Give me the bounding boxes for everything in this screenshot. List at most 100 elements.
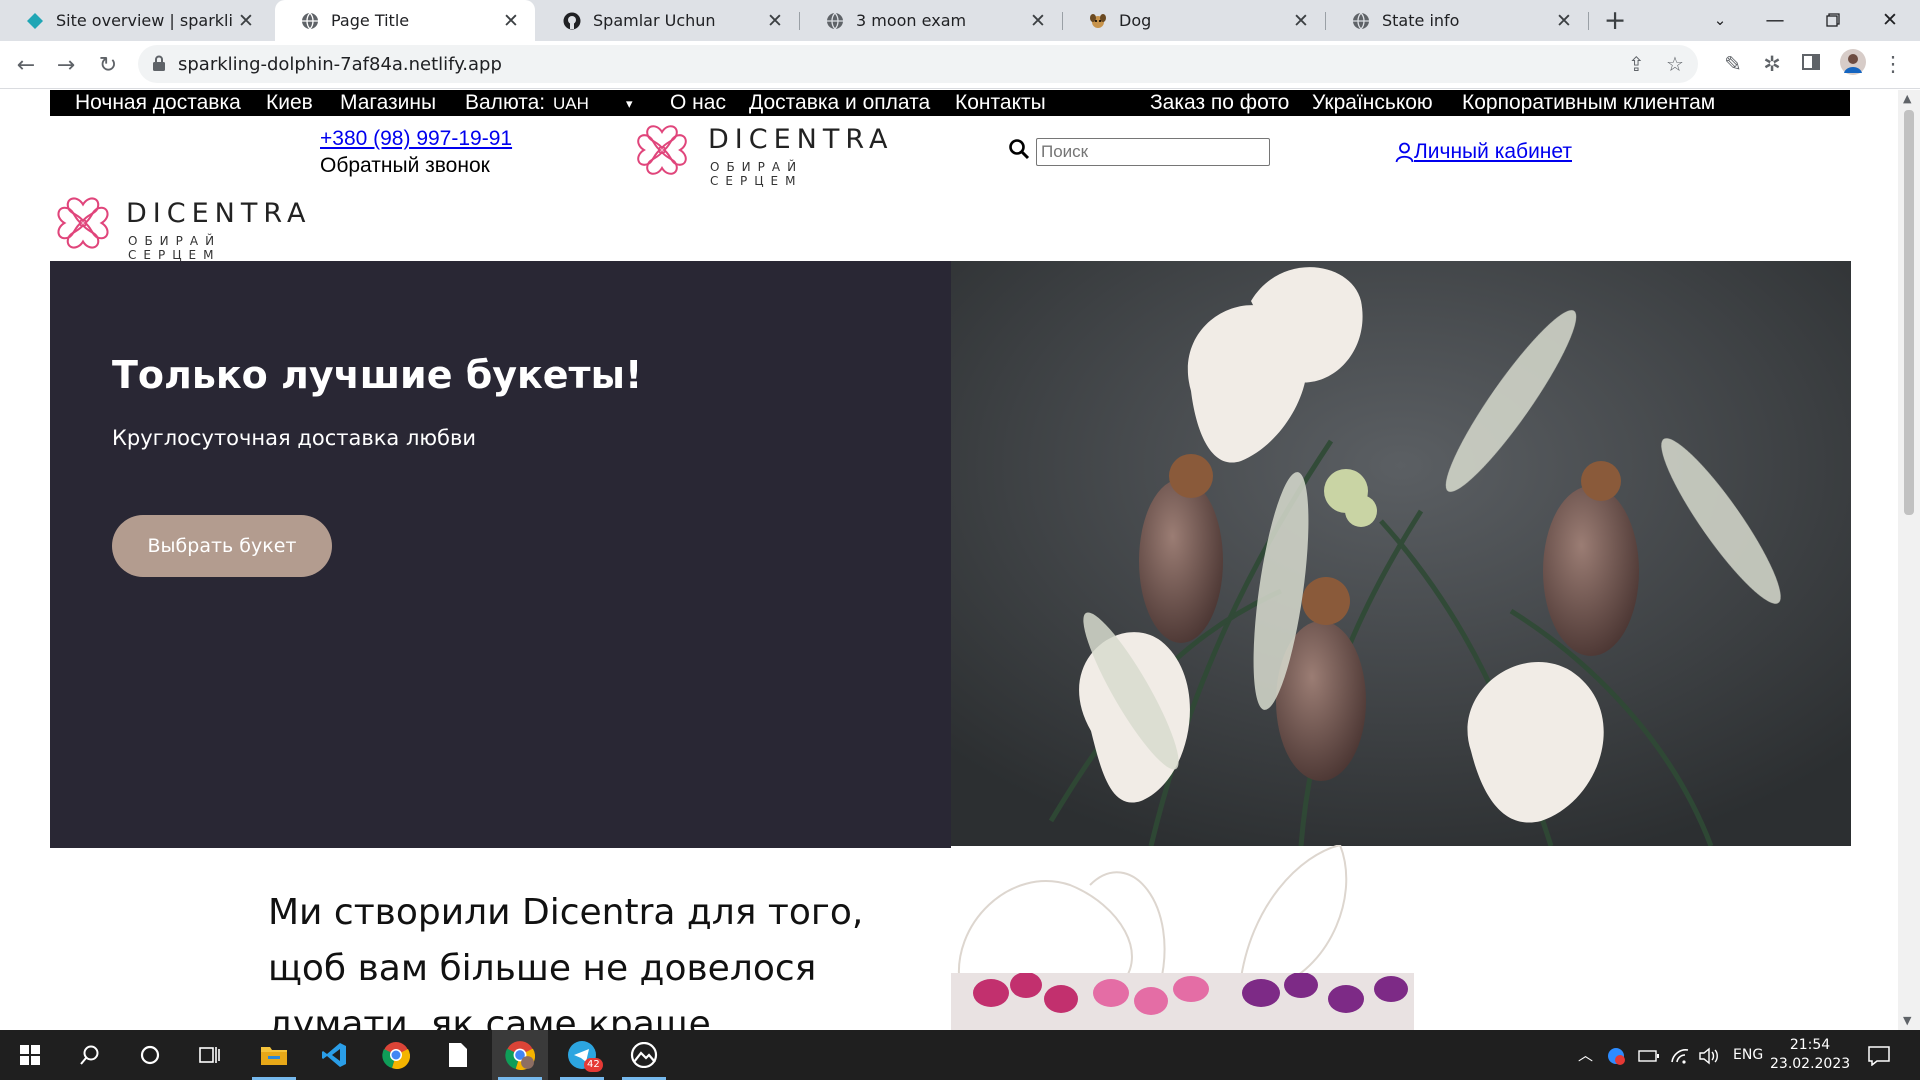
telegram-unread-badge: 42 [584, 1058, 603, 1072]
dicentra-logo-mark [57, 197, 109, 249]
photos-app-icon[interactable] [616, 1030, 672, 1080]
share-icon[interactable]: ⇪ [1628, 52, 1645, 76]
system-clock[interactable]: 21:54 23.02.2023 [1770, 1036, 1850, 1074]
tab-search-button[interactable]: ⌄ [1690, 0, 1750, 41]
chrome-menu-icon[interactable]: ⋮ [1878, 52, 1908, 76]
globe-icon [1351, 11, 1370, 30]
account-label: Личный кабинет [1414, 140, 1572, 163]
telegram-icon[interactable]: 42 [554, 1030, 610, 1080]
back-button[interactable]: ← [10, 51, 42, 83]
close-tab-icon[interactable]: ✕ [1552, 10, 1576, 32]
eyedropper-extension-icon[interactable]: ✎ [1718, 52, 1748, 76]
close-tab-icon[interactable]: ✕ [234, 10, 258, 32]
scroll-up-arrow[interactable]: ▲ [1903, 92, 1911, 105]
nav-photo-order[interactable]: Заказ по фото [1150, 90, 1289, 116]
windows-taskbar: 42 ︿ ENG 21:54 23.02.2023 [0, 1030, 1920, 1080]
restore-button[interactable] [1803, 0, 1863, 41]
minimize-button[interactable]: — [1745, 0, 1805, 41]
reload-button[interactable]: ↻ [92, 51, 124, 83]
logo-tagline: ОБИРАЙ СЕРЦЕМ [710, 160, 804, 188]
vscode-icon[interactable] [306, 1030, 362, 1080]
notepad-icon[interactable] [430, 1030, 486, 1080]
main-logo[interactable]: DICENTRA ОБИРАЙ СЕРЦЕМ [50, 190, 320, 262]
clock-time: 21:54 [1789, 1037, 1831, 1053]
extensions-puzzle-icon[interactable]: ✲ [1757, 52, 1787, 76]
scrollbar-thumb[interactable] [1904, 110, 1914, 515]
close-tab-icon[interactable]: ✕ [499, 10, 523, 32]
nav-delivery-payment[interactable]: Доставка и оплата [749, 90, 930, 116]
lock-icon[interactable] [152, 55, 166, 75]
user-icon [1395, 142, 1414, 162]
currency-select[interactable]: UAH [553, 91, 589, 117]
nav-currency-label: Валюта: [465, 91, 546, 114]
phone-link[interactable]: +380 (98) 997-19-91 [320, 127, 512, 151]
file-explorer-icon[interactable] [246, 1030, 302, 1080]
tab-title: State info [1382, 11, 1460, 30]
tab-title: Page Title [331, 11, 410, 30]
tab-title: 3 moon exam [856, 11, 967, 30]
wifi-icon[interactable] [1670, 1030, 1690, 1080]
logo-wordmark: DICENTRA [708, 124, 894, 155]
task-view-icon[interactable] [182, 1030, 238, 1080]
tab-title: Site overview | sparkling-dolphin [56, 11, 234, 30]
tab-3-moon-exam[interactable]: 3 moon exam ✕ [800, 0, 1062, 41]
chevron-down-icon[interactable]: ▾ [626, 91, 633, 117]
tab-title: Dog [1119, 11, 1152, 30]
chrome-icon[interactable] [368, 1030, 424, 1080]
chrome-profile-icon[interactable] [492, 1030, 548, 1080]
scroll-down-arrow[interactable]: ▼ [1903, 1014, 1911, 1027]
tab-separator [1588, 12, 1589, 30]
side-panel-icon[interactable] [1796, 52, 1826, 76]
tulips-image [951, 973, 1414, 1030]
github-icon [562, 11, 581, 30]
close-tab-icon[interactable]: ✕ [1289, 10, 1313, 32]
personal-account-link[interactable]: Личный кабинет [1395, 140, 1572, 164]
security-tray-icon[interactable] [1606, 1030, 1626, 1080]
tab-site-overview[interactable]: Site overview | sparkling-dolphin ✕ [0, 0, 270, 41]
globe-icon [300, 11, 319, 30]
volume-icon[interactable] [1698, 1030, 1720, 1080]
new-tab-button[interactable]: + [1597, 4, 1633, 38]
bookmark-star-icon[interactable]: ☆ [1666, 52, 1684, 76]
tab-spamlar-uchun[interactable]: Spamlar Uchun ✕ [537, 0, 799, 41]
tab-dog[interactable]: Dog ✕ [1063, 0, 1325, 41]
forward-button[interactable]: → [50, 51, 82, 83]
page-scrollbar[interactable]: ▲ ▼ [1898, 90, 1920, 1030]
url-text[interactable]: sparkling-dolphin-7af84a.netlify.app [178, 54, 502, 75]
choose-bouquet-button[interactable]: Выбрать букет [112, 515, 332, 577]
chevron-up-icon[interactable]: ︿ [1578, 1030, 1593, 1080]
battery-icon[interactable] [1638, 1030, 1660, 1080]
close-tab-icon[interactable]: ✕ [1026, 10, 1050, 32]
nav-corporate[interactable]: Корпоративным клиентам [1462, 90, 1715, 116]
tab-page-title[interactable]: Page Title ✕ [275, 0, 535, 41]
windows-start-icon[interactable] [2, 1030, 58, 1080]
nav-night-delivery[interactable]: Ночная доставка [75, 90, 241, 116]
close-tab-icon[interactable]: ✕ [763, 10, 787, 32]
profile-avatar[interactable] [1838, 49, 1868, 80]
search-input[interactable] [1036, 138, 1270, 166]
browser-tab-strip: Site overview | sparkling-dolphin ✕ Page… [0, 0, 1920, 41]
search-icon[interactable] [1008, 138, 1030, 164]
dicentra-logo-mark [637, 125, 687, 175]
hero-panel: Только лучшие букеты! Круглосуточная дос… [50, 261, 951, 848]
clock-date: 23.02.2023 [1770, 1056, 1851, 1072]
logo-wordmark: DICENTRA [126, 198, 312, 229]
callback-link[interactable]: Обратный звонок [320, 154, 490, 178]
hero-title: Только лучшие букеты! [112, 353, 643, 397]
nav-shops[interactable]: Магазины [340, 90, 436, 116]
nav-about[interactable]: О нас [670, 90, 726, 116]
nav-ukrainian[interactable]: Українською [1312, 90, 1433, 116]
hero-bouquet-image [951, 261, 1851, 846]
cortana-icon[interactable] [122, 1030, 178, 1080]
close-window-button[interactable]: ✕ [1860, 0, 1920, 41]
hero-subtitle: Круглосуточная доставка любви [112, 426, 477, 450]
nav-city[interactable]: Киев [266, 90, 313, 116]
address-bar[interactable]: sparkling-dolphin-7af84a.netlify.app ⇪ ☆ [138, 45, 1698, 83]
tab-title: Spamlar Uchun [593, 11, 716, 30]
header-center-logo[interactable]: DICENTRA ОБИРАЙ СЕРЦЕМ [630, 118, 890, 188]
language-indicator[interactable]: ENG [1733, 1030, 1763, 1080]
search-icon[interactable] [62, 1030, 118, 1080]
nav-contacts[interactable]: Контакты [955, 90, 1046, 116]
tab-state-info[interactable]: State info ✕ [1326, 0, 1588, 41]
notifications-icon[interactable] [1868, 1030, 1890, 1080]
